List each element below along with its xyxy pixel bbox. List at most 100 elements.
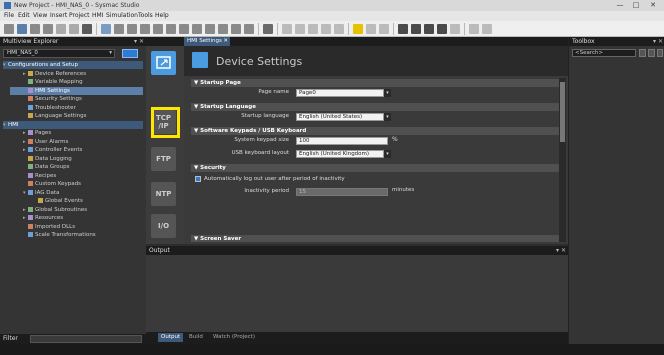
filter-input[interactable] (30, 335, 142, 343)
find-icon[interactable] (179, 24, 189, 34)
tree-item[interactable]: Variable Mapping (10, 78, 143, 86)
chevron-down-icon[interactable]: ▾ (384, 89, 391, 97)
align-icon[interactable] (101, 24, 111, 34)
tree-item[interactable]: Global Events (10, 197, 143, 205)
simulation-pause-icon[interactable] (411, 24, 421, 34)
offline-icon[interactable] (295, 24, 305, 34)
usb-layout-dropdown[interactable]: English (United Kingdom) (296, 150, 384, 158)
section-startup-page[interactable]: ▼ Startup Page (191, 79, 559, 87)
inactivity-input[interactable]: 15 (296, 188, 388, 196)
grid-icon[interactable] (114, 24, 124, 34)
tree-item[interactable]: Recipes (10, 172, 143, 180)
simulation-settings-icon[interactable] (450, 24, 460, 34)
menu-help[interactable]: Help (155, 12, 169, 19)
close-button[interactable]: ✕ (647, 1, 659, 10)
undo-icon[interactable] (56, 24, 66, 34)
menu-insert[interactable]: Insert (50, 12, 67, 19)
online-icon[interactable] (282, 24, 292, 34)
tab-output[interactable]: Output (158, 333, 184, 342)
tree-item[interactable]: Scale Transformations (10, 231, 143, 239)
tree-item[interactable]: ▸ User Alarms (10, 138, 143, 146)
auto-logout-checkbox[interactable] (195, 176, 201, 182)
menu-hmi[interactable]: HMI (92, 12, 103, 19)
build-icon[interactable] (205, 24, 215, 34)
tab-build[interactable]: Build (186, 333, 206, 342)
copy-icon[interactable] (30, 24, 40, 34)
menu-file[interactable]: File (4, 12, 14, 19)
bring-front-icon[interactable] (153, 24, 163, 34)
toolbox-header-buttons[interactable]: ▾ ✕ (653, 37, 663, 46)
tree-item[interactable]: ▾ Configurations and Setup (3, 61, 143, 69)
replace-icon[interactable] (192, 24, 202, 34)
page-name-dropdown[interactable]: Page0 (296, 89, 384, 97)
tree-item[interactable]: ▸ Pages (10, 129, 143, 137)
check-icon[interactable] (231, 24, 241, 34)
menu-project[interactable]: Project (69, 12, 90, 19)
monitor-icon[interactable] (366, 24, 376, 34)
save-icon[interactable] (17, 24, 27, 34)
output-header-buttons[interactable]: ▾ ✕ (556, 246, 566, 255)
keypad-size-input[interactable]: 100 (296, 137, 388, 145)
warning-icon[interactable] (353, 24, 363, 34)
tree-item[interactable]: ▾ IAG Data (10, 189, 143, 197)
tree-item[interactable]: ▸ Resources (10, 214, 143, 222)
chevron-down-icon[interactable]: ▾ (384, 113, 391, 121)
window-icon[interactable] (482, 24, 492, 34)
zoom-icon[interactable] (263, 24, 273, 34)
tab-watch-project[interactable]: Watch (Project) (210, 333, 258, 342)
menu-view[interactable]: View (33, 12, 47, 19)
device-dropdown[interactable]: HMI_NAS_0 ▾ (3, 49, 115, 58)
tree-item[interactable]: Data Groups (10, 163, 143, 171)
menu-simulation[interactable]: Simulation (106, 12, 138, 19)
paste-icon[interactable] (43, 24, 53, 34)
tree-item[interactable]: Custom Keypads (10, 180, 143, 188)
section-keypads[interactable]: ▼ Software Keypads / USB Keyboard (191, 127, 559, 135)
compare-icon[interactable] (334, 24, 344, 34)
simulation-run-icon[interactable] (398, 24, 408, 34)
transfer-icon[interactable] (321, 24, 331, 34)
simulation-step-icon[interactable] (424, 24, 434, 34)
device-view-icon[interactable] (122, 49, 138, 58)
ungroup-icon[interactable] (140, 24, 150, 34)
section-screen-saver[interactable]: ▼ Screen Saver (191, 235, 559, 242)
toolbox-view-icon[interactable] (639, 49, 646, 57)
scrollbar-thumb[interactable] (560, 82, 565, 142)
simulation-stop-icon[interactable] (437, 24, 447, 34)
toolbox-sort-icon[interactable] (648, 49, 655, 57)
stop-icon[interactable] (379, 24, 389, 34)
menu-edit[interactable]: Edit (18, 12, 30, 19)
tree-item[interactable]: ▸ Device References (10, 70, 143, 78)
section-security[interactable]: ▼ Security (191, 164, 559, 172)
maximize-button[interactable]: □ (630, 1, 642, 10)
minimize-button[interactable]: — (614, 1, 626, 10)
category-io[interactable]: I/O (151, 214, 176, 238)
category-ntp[interactable]: NTP (151, 182, 176, 206)
layout-icon[interactable] (469, 24, 479, 34)
synchronize-icon[interactable] (308, 24, 318, 34)
toolbox-options-icon[interactable] (657, 49, 663, 57)
settings-scrollbar[interactable] (559, 78, 566, 242)
tree-item[interactable]: Imported DLLs (10, 223, 143, 231)
redo-icon[interactable] (69, 24, 79, 34)
rebuild-icon[interactable] (218, 24, 228, 34)
category-ftp[interactable]: FTP (151, 147, 176, 171)
tree-item[interactable]: Troubleshooter (10, 104, 143, 112)
close-icon[interactable]: ✕ (223, 37, 228, 46)
menu-tools[interactable]: Tools (138, 12, 153, 19)
compile-icon[interactable] (244, 24, 254, 34)
chevron-down-icon[interactable]: ▾ (384, 150, 391, 158)
delete-icon[interactable] (82, 24, 92, 34)
tree-item[interactable]: ▾ HMI (3, 120, 143, 129)
explorer-header-buttons[interactable]: ▾ ✕ (134, 37, 144, 46)
tree-item[interactable]: ▸ Controller Events (10, 146, 143, 154)
tree-item[interactable]: ▸ Global Subroutines (10, 206, 143, 214)
tree-item[interactable]: Security Settings (10, 95, 143, 103)
group-icon[interactable] (127, 24, 137, 34)
tab-hmi-settings[interactable]: HMI Settings ✕ (184, 37, 230, 46)
startup-language-dropdown[interactable]: English (United States) (296, 113, 384, 121)
category-device-settings[interactable] (151, 51, 176, 75)
tree-item[interactable]: Language Settings (10, 112, 143, 120)
send-back-icon[interactable] (166, 24, 176, 34)
cut-icon[interactable] (4, 24, 14, 34)
section-startup-language[interactable]: ▼ Startup Language (191, 103, 559, 111)
